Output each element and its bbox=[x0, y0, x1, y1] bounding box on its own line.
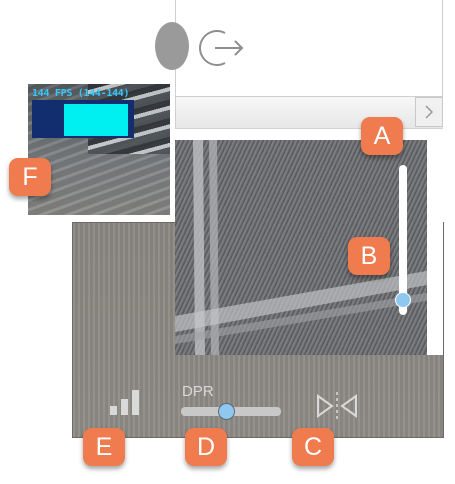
image-edge bbox=[427, 140, 443, 355]
callout-b: B bbox=[348, 237, 390, 275]
dpr-label: DPR bbox=[182, 383, 214, 400]
chevron-right-icon bbox=[425, 105, 434, 119]
fps-counter-text: 144 FPS (144-144) bbox=[32, 88, 130, 99]
callout-d: D bbox=[185, 428, 227, 466]
dpr-slider-thumb[interactable] bbox=[217, 403, 235, 420]
callout-a: A bbox=[361, 117, 403, 155]
callout-c: C bbox=[292, 428, 334, 466]
fps-overlay-panel: 144 FPS (144-144) bbox=[28, 84, 170, 215]
callout-f: F bbox=[9, 158, 51, 196]
scroll-right-button[interactable] bbox=[415, 97, 443, 127]
compare-split-icon[interactable] bbox=[316, 392, 358, 420]
avatar[interactable] bbox=[155, 22, 189, 70]
callout-e: E bbox=[83, 428, 125, 466]
fps-bar bbox=[64, 104, 128, 136]
zoom-slider-thumb[interactable] bbox=[395, 292, 411, 308]
logout-icon[interactable] bbox=[197, 25, 247, 71]
signal-bars-icon[interactable] bbox=[108, 388, 144, 416]
